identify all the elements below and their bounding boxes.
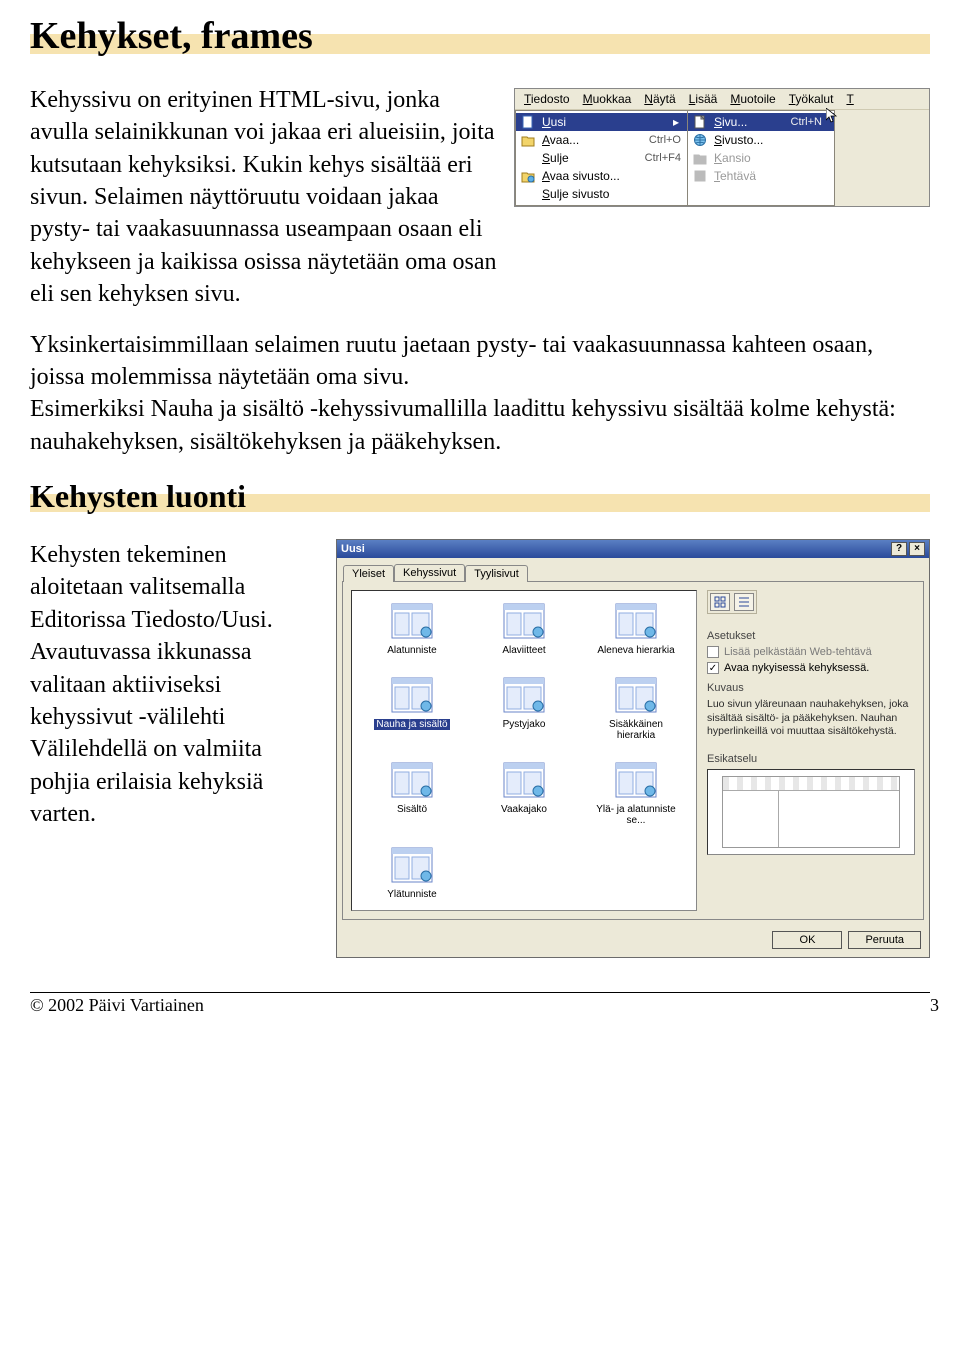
menubar-item[interactable]: Tiedosto	[519, 91, 575, 107]
menu-item[interactable]: Uusi▸	[516, 113, 687, 131]
menubar-item[interactable]: Näytä	[639, 91, 680, 107]
menubar-item[interactable]: Muokkaa	[578, 91, 637, 107]
help-button[interactable]: ?	[891, 542, 907, 556]
body-paragraph-2: Yksinkertaisimmillaan selaimen ruutu jae…	[30, 329, 930, 459]
preview-box	[707, 769, 915, 855]
checkbox-icon: ✓	[707, 662, 719, 674]
menubar-item[interactable]: Työkalut	[784, 91, 839, 107]
frameset-template-icon	[389, 675, 435, 715]
ok-button[interactable]: OK	[772, 931, 842, 949]
dialog-tab[interactable]: Tyylisivut	[465, 565, 528, 582]
menubar-item[interactable]: Muotoile	[725, 91, 780, 107]
task-icon	[692, 168, 708, 184]
template-icon[interactable]: Vaakajako	[470, 760, 578, 827]
folder-web-icon	[520, 168, 536, 184]
checkbox-icon	[707, 646, 719, 658]
intro-paragraph: Kehyssivu on erityinen HTML-sivu, jonka …	[30, 84, 502, 311]
template-icon[interactable]: Aleneva hierarkia	[582, 601, 690, 657]
menubar-item[interactable]: Lisää	[684, 91, 723, 107]
description-text: Luo sivun yläreunaan nauhakehyksen, joka…	[707, 698, 915, 739]
frameset-template-icon	[501, 601, 547, 641]
frameset-template-icon	[613, 675, 659, 715]
menu-item[interactable]: Sulje sivusto	[516, 185, 687, 203]
submenu-item[interactable]: Sivu...Ctrl+N	[688, 113, 834, 131]
dialog-title: Uusi	[341, 543, 365, 555]
view-list-icon[interactable]	[734, 593, 754, 611]
open-icon	[520, 132, 536, 148]
new-icon	[520, 114, 536, 130]
new-dialog: Uusi ? × YleisetKehyssivutTyylisivut Ala…	[336, 539, 930, 958]
submenu-arrow-icon: ▸	[671, 115, 681, 129]
dialog-tab[interactable]: Kehyssivut	[394, 564, 465, 581]
template-icon[interactable]: Ylä- ja alatunniste se...	[582, 760, 690, 827]
option-open-current-frame[interactable]: ✓ Avaa nykyisessä kehyksessä.	[707, 662, 915, 674]
submenu-item[interactable]: Tehtävä	[688, 167, 834, 185]
blank-icon	[520, 150, 536, 166]
template-icon[interactable]: Pystyjako	[470, 675, 578, 742]
frameset-template-icon	[389, 845, 435, 885]
frameset-template-icon	[613, 760, 659, 800]
submenu-item[interactable]: Kansio	[688, 149, 834, 167]
frameset-template-icon	[501, 760, 547, 800]
menubar-item[interactable]: T	[841, 91, 858, 107]
page-number: 3	[680, 995, 930, 1016]
view-large-icon[interactable]	[710, 593, 730, 611]
menu-file-dropdown: Uusi▸Avaa...Ctrl+OSuljeCtrl+F4Avaa sivus…	[515, 110, 687, 206]
option-add-web-task[interactable]: Lisää pelkästään Web-tehtävä	[707, 646, 915, 658]
page-icon	[692, 114, 708, 130]
template-icon[interactable]: Alatunniste	[358, 601, 466, 657]
frameset-template-icon	[389, 760, 435, 800]
template-icon[interactable]: Nauha ja sisältö	[358, 675, 466, 742]
submenu-new: Sivu...Ctrl+NSivusto...KansioTehtävä	[687, 110, 835, 206]
blank-icon	[520, 186, 536, 202]
template-icon[interactable]: Sisäkkäinen hierarkia	[582, 675, 690, 742]
page-title: Kehykset, frames	[30, 16, 930, 58]
menu-item[interactable]: Avaa...Ctrl+O	[516, 131, 687, 149]
folder-icon	[692, 150, 708, 166]
preview-group-label: Esikatselu	[707, 753, 915, 765]
dialog-titlebar: Uusi ? ×	[337, 540, 929, 558]
settings-group-label: Asetukset	[707, 630, 915, 642]
submenu-item[interactable]: Sivusto...	[688, 131, 834, 149]
template-icon[interactable]: Sisältö	[358, 760, 466, 827]
menu-item[interactable]: Avaa sivusto...	[516, 167, 687, 185]
page-title-block: Kehykset, frames	[30, 16, 930, 58]
menubar: TiedostoMuokkaaNäytäLisääMuotoileTyökalu…	[515, 89, 929, 110]
template-icon-grid: AlatunnisteAlaviitteetAleneva hierarkia N…	[351, 590, 697, 911]
dialog-tabs: YleisetKehyssivutTyylisivut	[337, 558, 929, 581]
section-paragraph: Kehysten tekeminen aloitetaan valitsemal…	[30, 539, 320, 831]
frameset-template-icon	[501, 675, 547, 715]
section-heading-block: Kehysten luonti	[30, 478, 930, 515]
template-icon[interactable]: Alaviitteet	[470, 601, 578, 657]
dialog-tab[interactable]: Yleiset	[343, 565, 394, 582]
page-footer: © 2002 Päivi Vartiainen 3	[30, 992, 930, 1026]
cancel-button[interactable]: Peruuta	[848, 931, 921, 949]
description-group-label: Kuvaus	[707, 682, 915, 694]
globe-icon	[692, 132, 708, 148]
menu-screenshot: TiedostoMuokkaaNäytäLisääMuotoileTyökalu…	[514, 88, 930, 311]
copyright: © 2002 Päivi Vartiainen	[30, 995, 680, 1016]
section-heading: Kehysten luonti	[30, 478, 930, 515]
menu-item[interactable]: SuljeCtrl+F4	[516, 149, 687, 167]
close-button[interactable]: ×	[909, 542, 925, 556]
template-icon[interactable]: Ylätunniste	[358, 845, 466, 901]
view-mode-buttons[interactable]	[707, 590, 757, 614]
frameset-template-icon	[613, 601, 659, 641]
frameset-template-icon	[389, 601, 435, 641]
